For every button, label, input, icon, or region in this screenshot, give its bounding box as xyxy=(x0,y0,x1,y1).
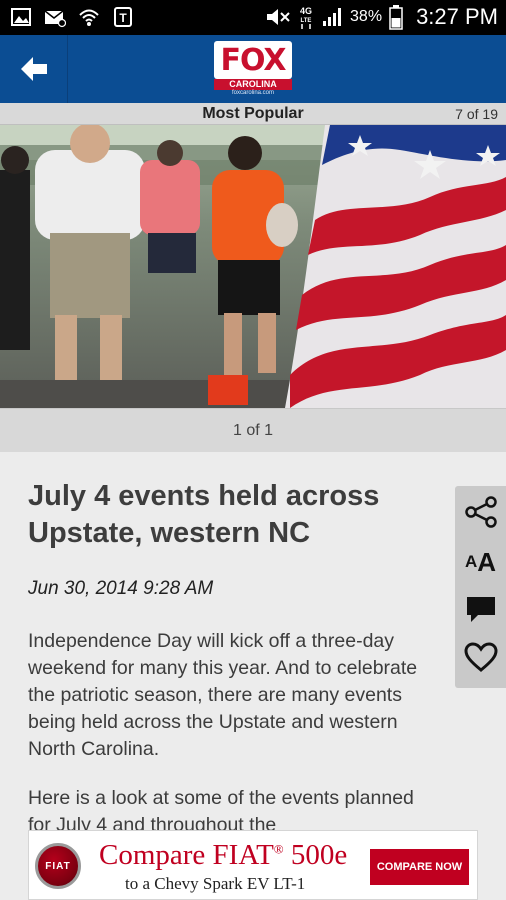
article-photo[interactable] xyxy=(0,125,506,408)
photo-counter: 1 of 1 xyxy=(232,422,274,439)
section-bar: Most Popular 7 of 19 xyxy=(0,103,506,125)
comment-button[interactable] xyxy=(455,590,506,630)
share-button[interactable] xyxy=(455,492,506,532)
logo-state: CAROLINA xyxy=(214,79,292,90)
text-size-big-label: A xyxy=(477,546,497,577)
photo-pager: 1 of 1 xyxy=(0,408,506,452)
heart-icon xyxy=(463,642,498,672)
signal-icon xyxy=(323,8,342,26)
ad-headline-model: 500e xyxy=(283,839,348,871)
article-paragraph: Independence Day will kick off a three-d… xyxy=(28,630,418,760)
carrier-icon: T xyxy=(114,7,132,27)
ad-headline-mark: ® xyxy=(273,841,284,857)
svg-text:LTE: LTE xyxy=(301,18,312,24)
back-arrow-icon xyxy=(20,57,47,81)
logo-url: foxcarolina.com xyxy=(231,90,275,96)
ad-banner[interactable]: FIAT Compare FIAT® 500e to a Chevy Spark… xyxy=(28,830,478,900)
status-bar: T 4G LTE 38% 3:27 PM xyxy=(0,0,506,35)
article-headline: July 4 events held across Upstate, weste… xyxy=(28,480,380,549)
svg-text:4G: 4G xyxy=(300,6,312,16)
clock: 3:27 PM xyxy=(416,4,498,29)
battery-icon xyxy=(389,5,403,30)
battery-percent: 38% xyxy=(350,8,383,25)
ad-subline: to a Chevy Spark EV LT-1 xyxy=(125,874,306,893)
story-position: 7 of 19 xyxy=(455,106,498,122)
network-4g-icon: 4G LTE xyxy=(300,6,312,29)
article-actions: AA xyxy=(455,486,506,688)
favorite-button[interactable] xyxy=(455,638,506,678)
text-size-button[interactable]: AA xyxy=(455,542,506,582)
back-button[interactable] xyxy=(0,35,68,103)
article-body: July 4 events held across Upstate, weste… xyxy=(28,478,438,839)
logo-brand: FOX xyxy=(214,41,292,79)
photo-image xyxy=(0,125,506,408)
mute-icon xyxy=(267,9,290,25)
article-date: Jun 30, 2014 9:28 AM xyxy=(28,578,214,599)
hotspot-icon xyxy=(79,9,99,26)
ad-headline: Compare FIAT® 500e xyxy=(99,839,347,872)
ad-headline-main: Compare FIAT xyxy=(99,839,274,871)
compare-now-button[interactable]: COMPARE NOW xyxy=(370,849,469,885)
gallery-icon xyxy=(11,8,31,26)
email-icon xyxy=(44,10,66,28)
station-logo: FOX CAROLINA foxcarolina.com xyxy=(214,41,292,97)
section-title: Most Popular xyxy=(202,105,304,122)
system-indicators: 4G LTE 38% 3:27 PM xyxy=(265,4,498,30)
svg-text:T: T xyxy=(119,11,127,25)
text-size-small-label: A xyxy=(464,552,478,571)
share-icon xyxy=(464,496,497,528)
notification-icons: T xyxy=(10,6,134,28)
fiat-logo: FIAT xyxy=(35,843,81,889)
comment-icon xyxy=(466,597,495,622)
app-bar: FOX CAROLINA foxcarolina.com xyxy=(0,35,506,103)
